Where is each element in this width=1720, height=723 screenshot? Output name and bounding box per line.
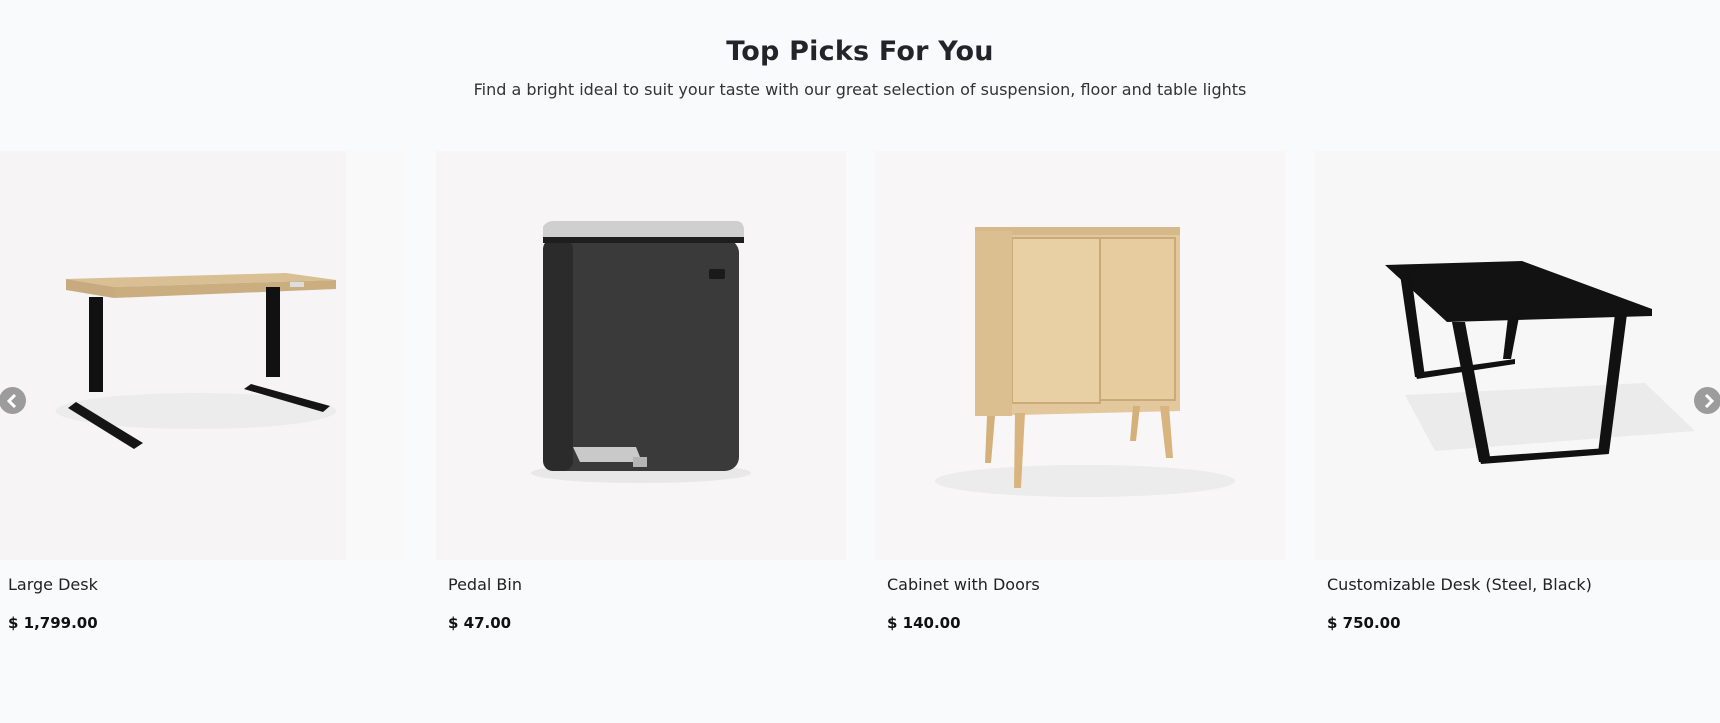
- pedal-bin-image: [531, 221, 751, 483]
- carousel-prev-button[interactable]: [0, 387, 26, 414]
- carousel-next-button[interactable]: [1694, 387, 1720, 414]
- product-card[interactable]: Cabinet with Doors $ 140.00: [875, 151, 1285, 632]
- product-name[interactable]: Large Desk: [8, 575, 98, 594]
- standing-desk-image: [56, 151, 406, 560]
- black-desk-image: [1385, 261, 1695, 464]
- product-name[interactable]: Pedal Bin: [448, 575, 522, 594]
- product-carousel: Large Desk $ 1,799.00 Pedal Bin $ 47.00: [0, 151, 1720, 651]
- product-card[interactable]: Customizable Desk (Steel, Black) $ 750.0…: [1315, 151, 1720, 632]
- product-image[interactable]: [0, 151, 406, 560]
- product-image[interactable]: [1315, 151, 1720, 560]
- chevron-left-icon: [6, 393, 20, 408]
- product-price: $ 140.00: [887, 614, 961, 632]
- section-subtitle: Find a bright ideal to suit your taste w…: [473, 80, 1247, 99]
- product-image[interactable]: [875, 151, 1285, 560]
- product-price: $ 47.00: [448, 614, 512, 632]
- product-price: $ 1,799.00: [8, 614, 98, 632]
- product-image[interactable]: [436, 151, 846, 560]
- cabinet-image: [935, 227, 1235, 497]
- chevron-right-icon: [1701, 393, 1715, 408]
- section-title: Top Picks For You: [726, 36, 994, 67]
- product-card[interactable]: Large Desk $ 1,799.00: [0, 151, 406, 632]
- top-picks-section: Top Picks For You Find a bright ideal to…: [0, 0, 1720, 723]
- product-card[interactable]: Pedal Bin $ 47.00: [436, 151, 846, 632]
- product-name[interactable]: Customizable Desk (Steel, Black): [1327, 575, 1592, 594]
- product-name[interactable]: Cabinet with Doors: [887, 575, 1040, 594]
- product-price: $ 750.00: [1327, 614, 1401, 632]
